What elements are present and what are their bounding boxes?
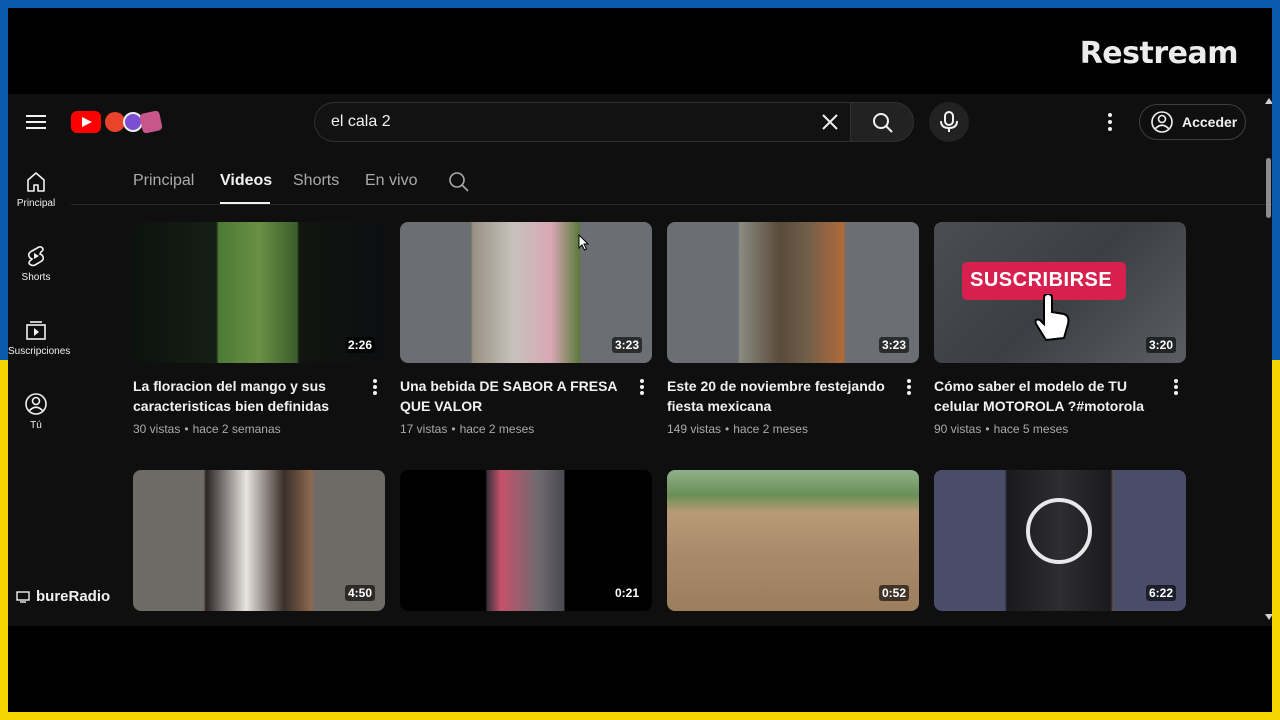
search-input[interactable]: el cala 2 [314,102,850,142]
search-icon [873,113,893,133]
channel-watermark-text: bureRadio [36,588,111,605]
video-age: hace 5 meses [993,422,1069,436]
video-card: 0:21 [400,470,652,611]
video-card: 6:22 [934,470,1186,611]
video-title[interactable]: Este 20 de noviembre festejando fiesta m… [667,376,895,416]
video-menu-button[interactable] [369,378,381,398]
subscribe-overlay-text: SUSCRIBIRSE [970,269,1113,291]
video-thumbnail[interactable]: 3:23 [400,222,652,363]
video-thumbnail[interactable]: 0:52 [667,470,919,611]
tabs-divider [71,204,1272,205]
channel-watermark: bureRadio [16,588,110,605]
hand-cursor-icon [1034,294,1070,342]
video-views: 30 vistas [133,422,181,436]
channel-search-button[interactable] [448,171,470,193]
video-thumbnail[interactable]: 6:22 [934,470,1186,611]
video-title[interactable]: Una bebida DE SABOR A FRESA QUE VALOR [400,376,628,416]
monitor-icon [16,590,30,603]
video-views: 149 vistas [667,422,722,436]
search-icon [449,172,469,192]
voice-search-button[interactable] [929,102,969,142]
youtube-logo[interactable] [71,110,171,134]
video-card: 4:50 [133,470,385,611]
microphone-icon [940,111,958,132]
video-meta: 90 vistas • hace 5 meses [934,422,1069,436]
video-thumbnail[interactable]: SUSCRIBIRSE 3:20 [934,222,1186,363]
home-icon [27,172,45,192]
video-card: 2:26 La floracion del mango y sus caract… [133,222,385,436]
video-meta: 17 vistas • hace 2 meses [400,422,535,436]
subscriptions-icon [26,321,46,340]
account-icon [1151,111,1173,133]
signin-label: Acceder [1182,114,1238,130]
scrollbar-thumb[interactable] [1266,158,1271,218]
video-card: 3:23 Este 20 de noviembre festejando fie… [667,222,919,436]
more-vert-icon [1108,113,1112,131]
scroll-up-arrow[interactable] [1265,98,1272,104]
video-menu-button[interactable] [1170,378,1182,398]
settings-menu-button[interactable] [1098,110,1122,134]
video-duration: 0:21 [611,585,642,601]
video-title[interactable]: La floracion del mango y sus caracterist… [133,376,361,416]
stream-canvas: Restream el cala 2 Acceder Principal Sho… [8,8,1272,712]
tab-shorts[interactable]: Shorts [293,172,339,190]
thumbnail-ring [1026,498,1092,564]
sidebar-item-label: Shorts [21,272,51,283]
sidebar-item-you[interactable]: Tú [8,392,64,452]
scroll-down-arrow[interactable] [1265,614,1272,620]
youtube-window: el cala 2 Acceder Principal Shorts Suscr… [8,94,1272,626]
video-thumbnail[interactable]: 4:50 [133,470,385,611]
clear-search-button[interactable] [816,108,844,136]
sidebar-item-subscriptions[interactable]: Suscripciones [8,318,71,378]
video-menu-button[interactable] [636,378,648,398]
video-title[interactable]: Cómo saber el modelo de TU celular MOTOR… [934,376,1162,416]
tab-principal[interactable]: Principal [133,172,194,190]
tab-en-vivo[interactable]: En vivo [365,172,417,190]
user-circle-icon [25,393,47,415]
video-duration: 3:20 [1145,337,1176,353]
search-button[interactable] [850,102,914,142]
sidebar-item-label: Principal [16,198,56,209]
video-duration: 3:23 [611,337,642,353]
video-age: hace 2 semanas [192,422,281,436]
video-meta: 30 vistas • hace 2 semanas [133,422,281,436]
video-card: 3:23 Una bebida DE SABOR A FRESA QUE VAL… [400,222,652,436]
sidebar-item-home[interactable]: Principal [8,170,64,230]
restream-logo: Restream [1079,36,1239,71]
video-card: 0:52 [667,470,919,611]
sidebar-item-label: Suscripciones [8,346,71,357]
scrollbar[interactable] [1264,94,1272,626]
close-icon [822,114,838,130]
sidebar-item-shorts[interactable]: Shorts [8,244,64,304]
video-thumbnail[interactable]: 3:23 [667,222,919,363]
video-age: hace 2 meses [459,422,535,436]
tab-videos[interactable]: Videos [220,172,272,190]
sidebar-item-label: Tú [30,420,42,431]
video-views: 17 vistas [400,422,448,436]
video-duration: 3:23 [878,337,909,353]
search-query: el cala 2 [331,113,391,130]
signin-button[interactable]: Acceder [1139,104,1246,140]
video-duration: 6:22 [1145,585,1176,601]
video-age: hace 2 meses [733,422,808,436]
video-menu-button[interactable] [903,378,915,398]
video-duration: 0:52 [878,585,909,601]
doodle-icon [139,110,163,134]
video-thumbnail[interactable]: 0:21 [400,470,652,611]
video-views: 90 vistas [934,422,982,436]
video-thumbnail[interactable]: 2:26 [133,222,385,363]
shorts-icon [27,245,45,267]
doodle-icon [105,112,125,132]
video-duration: 4:50 [344,585,375,601]
menu-button[interactable] [24,110,48,134]
video-card: SUSCRIBIRSE 3:20 Cómo saber el modelo de… [934,222,1186,436]
video-duration: 2:26 [344,337,375,353]
video-meta: 149 vistas • hace 2 meses [667,422,808,436]
youtube-play-icon [71,111,101,133]
mouse-pointer-icon [578,234,590,251]
